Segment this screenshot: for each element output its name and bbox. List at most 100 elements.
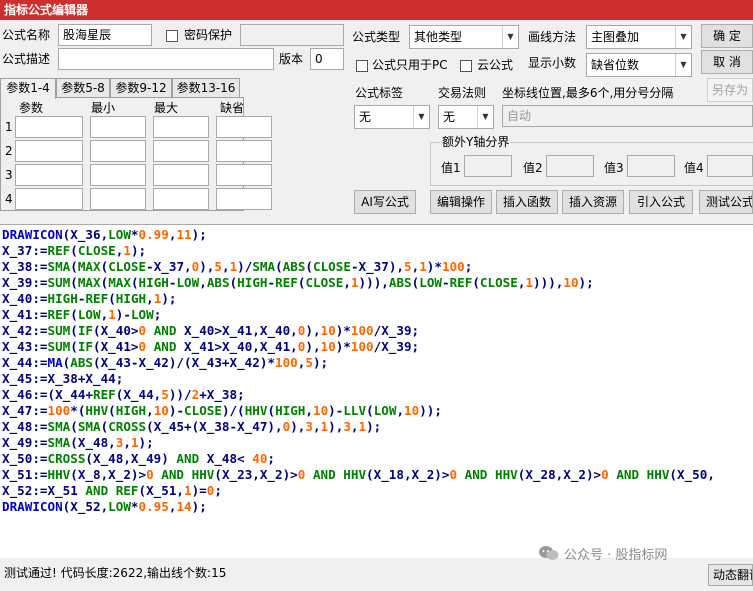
draw-method-select[interactable]: 主图叠加 ▼ — [586, 25, 692, 49]
code-token: HIGH — [115, 291, 147, 306]
code-line[interactable]: X_39:=SUM(MAX(MAX(HIGH-LOW,ABS(HIGH-REF(… — [2, 275, 594, 291]
ok-button[interactable]: 确 定 — [701, 24, 753, 48]
code-token: X_45:=X_38+X_44; — [2, 371, 124, 386]
formula-name-input[interactable]: 股海星辰 — [58, 24, 152, 46]
code-line[interactable]: X_41:=REF(LOW,1)-LOW; — [2, 307, 161, 323]
decimals-select[interactable]: 缺省位数 ▼ — [586, 53, 692, 77]
code-token: 1 — [350, 275, 359, 290]
param-header-min: 最小 — [91, 101, 116, 115]
code-token: ( — [305, 259, 314, 274]
code-token: 100 — [47, 403, 71, 418]
edit-operation-button[interactable]: 编辑操作 — [430, 190, 492, 214]
import-formula-button[interactable]: 引入公式 — [629, 190, 693, 214]
code-token: AND — [153, 323, 177, 338]
param-2-min[interactable] — [90, 140, 146, 162]
code-line[interactable]: X_46:=(X_44+REF(X_44,5))/2+X_38; — [2, 387, 245, 403]
y-value-3-input[interactable] — [627, 155, 675, 177]
param-4-default[interactable] — [216, 188, 272, 210]
window-title: 指标公式编辑器 — [0, 0, 753, 20]
code-token: )); — [419, 403, 442, 418]
tab-params-9-12[interactable]: 参数9-12 — [110, 78, 172, 98]
param-1-min[interactable] — [90, 116, 146, 138]
param-1-max[interactable] — [153, 116, 209, 138]
code-line[interactable]: X_52:=X_51 AND REF(X_51,1)=0; — [2, 483, 222, 499]
param-1-default[interactable] — [216, 116, 272, 138]
test-formula-button[interactable]: 测试公式 — [699, 190, 753, 214]
code-line[interactable]: DRAWICON(X_36,LOW*0.99,11); — [2, 227, 207, 243]
code-token: REF — [449, 275, 473, 290]
code-token: ( — [70, 275, 78, 290]
code-token: HIGH — [237, 275, 268, 290]
trade-rule-select[interactable]: 无 ▼ — [438, 105, 494, 129]
save-as-button[interactable]: 另存为 — [707, 78, 753, 102]
code-line[interactable]: X_51:=HHV(X_8,X_2)>0 AND HHV(X_23,X_2)>0… — [2, 467, 715, 483]
code-token: (X_50, — [669, 467, 715, 482]
param-2-max[interactable] — [153, 140, 209, 162]
code-token: (X_36, — [62, 227, 109, 242]
code-token: ( — [108, 291, 116, 306]
code-line[interactable]: X_43:=SUM(IF(X_41>0 AND X_41>X_40,X_41,0… — [2, 339, 419, 355]
code-token: ( — [70, 243, 78, 258]
code-line[interactable]: X_48:=SMA(SMA(CROSS(X_45+(X_38-X_47),0),… — [2, 419, 381, 435]
cloud-checkbox[interactable] — [460, 58, 472, 72]
code-line[interactable]: X_45:=X_38+X_44; — [2, 371, 123, 387]
param-3-max[interactable] — [153, 164, 209, 186]
code-token: )- — [115, 307, 131, 322]
y-value-1-input[interactable] — [464, 155, 512, 177]
param-4-name[interactable] — [15, 188, 83, 210]
code-token: HHV — [47, 467, 71, 482]
version-input[interactable]: 0 — [310, 48, 344, 70]
param-2-name[interactable] — [15, 140, 83, 162]
pc-only-checkbox[interactable] — [356, 58, 368, 72]
code-token: ( — [275, 259, 283, 274]
param-3-default[interactable] — [216, 164, 272, 186]
code-line[interactable]: X_38:=SMA(MAX(CLOSE-X_37,0),5,1)/SMA(ABS… — [2, 259, 472, 275]
insert-resource-button[interactable]: 插入资源 — [562, 190, 624, 214]
code-token: *( — [70, 403, 86, 418]
code-line[interactable]: X_49:=SMA(X_48,3,1); — [2, 435, 154, 451]
password-checkbox[interactable] — [166, 28, 178, 42]
y-value-2-input[interactable] — [546, 155, 594, 177]
param-3-name[interactable] — [15, 164, 83, 186]
formula-tag-select[interactable]: 无 ▼ — [354, 105, 430, 129]
param-4-min[interactable] — [90, 188, 146, 210]
wechat-icon — [538, 544, 560, 562]
code-line[interactable]: X_44:=MA(ABS(X_43-X_42)/(X_43+X_42)*100,… — [2, 355, 328, 371]
code-editor[interactable]: DRAWICON(X_36,LOW*0.99,11); X_37:=REF(CLO… — [0, 224, 753, 558]
code-line[interactable]: X_40:=HIGH-REF(HIGH,1); — [2, 291, 176, 307]
code-token: HIGH — [47, 291, 78, 306]
code-token: 0 — [146, 467, 154, 482]
translate-button[interactable]: 动态翻译 — [708, 564, 753, 586]
param-2-default[interactable] — [216, 140, 272, 162]
formula-type-select[interactable]: 其他类型 ▼ — [409, 25, 519, 49]
code-token: ; — [153, 307, 162, 322]
tab-params-13-16[interactable]: 参数13-16 — [172, 78, 240, 98]
y-value-4-input[interactable] — [707, 155, 753, 177]
code-token: 1 — [130, 435, 139, 450]
code-line[interactable]: X_47:=100*(HHV(HIGH,10)-CLOSE)/(HHV(HIGH… — [2, 403, 442, 419]
param-4-max[interactable] — [153, 188, 209, 210]
code-token: HHV — [85, 403, 109, 418]
param-1-name[interactable] — [15, 116, 83, 138]
code-line[interactable]: X_42:=SUM(IF(X_40>0 AND X_40>X_41,X_40,0… — [2, 323, 419, 339]
param-3-min[interactable] — [90, 164, 146, 186]
code-token: HHV — [343, 467, 367, 482]
ai-write-button[interactable]: AI写公式 — [354, 190, 416, 214]
code-token: X_47:= — [2, 403, 48, 418]
tab-params-5-8[interactable]: 参数5-8 — [56, 78, 110, 98]
code-line[interactable]: X_50:=CROSS(X_48,X_49) AND X_48< 40; — [2, 451, 275, 467]
cancel-button[interactable]: 取 消 — [701, 50, 753, 74]
axis-position-input[interactable]: 自动 — [502, 105, 753, 127]
code-line[interactable]: DRAWICON(X_52,LOW*0.95,14); — [2, 499, 207, 515]
code-token: /X_39; — [373, 323, 420, 338]
code-token: LOW — [108, 227, 131, 242]
chevron-down-icon: ▼ — [675, 54, 691, 76]
code-line[interactable]: X_37:=REF(CLOSE,1); — [2, 243, 146, 259]
code-token: )- — [328, 403, 344, 418]
code-token: (X_43-X_42)/(X_43+X_42)* — [93, 355, 275, 370]
code-token: DRAWICON — [2, 499, 63, 514]
tab-params-1-4[interactable]: 参数1-4 — [0, 78, 56, 99]
insert-function-button[interactable]: 插入函数 — [496, 190, 558, 214]
formula-desc-input[interactable] — [58, 48, 274, 70]
